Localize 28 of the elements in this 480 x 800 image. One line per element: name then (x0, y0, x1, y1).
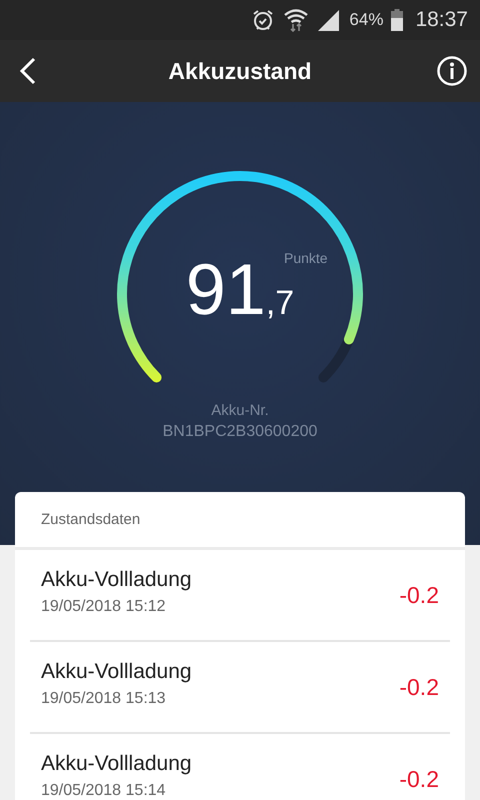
signal-icon (317, 8, 342, 32)
score-unit: Punkte (284, 250, 328, 266)
battery-icon (391, 9, 404, 31)
wifi-icon (283, 7, 310, 33)
row-date: 19/05/2018 15:14 (41, 782, 167, 800)
score-value: 91 (186, 254, 266, 326)
row-value: -0.2 (399, 766, 439, 792)
row-value: -0.2 (399, 674, 439, 700)
list-row[interactable]: Akku-Vollladung 19/05/2018 15:13 -0.2 (30, 642, 450, 734)
row-label: Akku-Vollladung (41, 568, 192, 592)
list-row[interactable]: Akku-Vollladung 19/05/2018 15:12 -0.2 (30, 550, 450, 642)
alarm-icon (251, 8, 276, 32)
battery-percent: 64% (349, 10, 384, 30)
list-row[interactable]: Akku-Vollladung 19/05/2018 15:14 -0.2 (30, 734, 450, 800)
serial-label: Akku-Nr. (211, 402, 269, 419)
row-date: 19/05/2018 15:12 (41, 598, 167, 616)
card-title: Zustandsdaten (15, 492, 465, 550)
serial-number: BN1BPC2B30600200 (162, 423, 318, 441)
row-label: Akku-Vollladung (41, 660, 192, 684)
row-value: -0.2 (399, 582, 439, 608)
score-decimal: ,7 (266, 286, 294, 320)
info-button[interactable] (436, 55, 468, 87)
page-title: Akkuzustand (168, 58, 312, 84)
row-date: 19/05/2018 15:13 (41, 690, 167, 708)
back-icon (18, 56, 38, 86)
info-icon (436, 55, 468, 87)
clock-time: 18:37 (415, 8, 468, 32)
row-label: Akku-Vollladung (41, 752, 192, 776)
